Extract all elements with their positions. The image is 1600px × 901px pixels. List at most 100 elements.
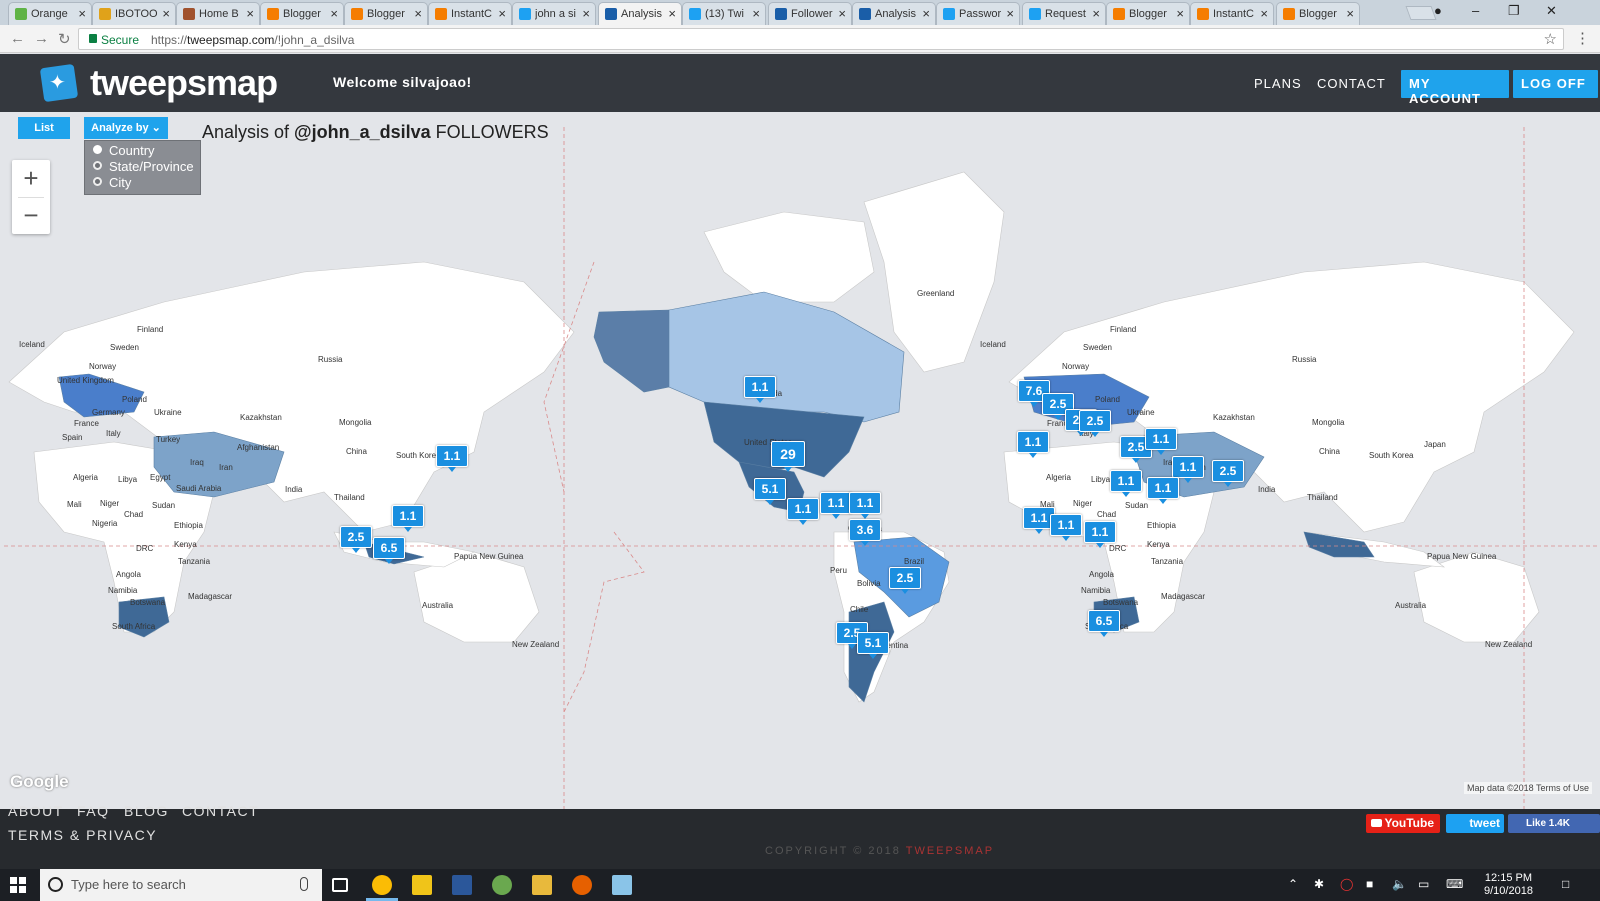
new-tab-button[interactable] bbox=[1405, 6, 1437, 20]
browser-tab[interactable]: Blogger × bbox=[344, 2, 428, 25]
plans-link[interactable]: PLANS bbox=[1254, 76, 1302, 91]
tab-close-icon[interactable]: × bbox=[1346, 6, 1354, 21]
browser-tab[interactable]: Blogger × bbox=[260, 2, 344, 25]
zoom-out-button[interactable]: − bbox=[12, 197, 50, 233]
follower-marker[interactable]: 1.1 bbox=[1172, 456, 1204, 483]
follower-marker[interactable]: 1.1 bbox=[1110, 470, 1142, 497]
restore-icon[interactable]: ❐ bbox=[1508, 3, 1520, 19]
volume-icon[interactable]: 🔈 bbox=[1392, 877, 1407, 891]
microphone-icon[interactable] bbox=[300, 877, 308, 891]
folder-icon[interactable] bbox=[532, 875, 552, 895]
browser-menu-icon[interactable]: ⋮ bbox=[1575, 29, 1590, 47]
paint-icon[interactable] bbox=[492, 875, 512, 895]
security-icon[interactable]: ■ bbox=[1366, 877, 1373, 891]
follower-marker[interactable]: 1.1 bbox=[1050, 514, 1082, 541]
browser-tab[interactable]: Analysis × bbox=[852, 2, 936, 25]
option-country-label[interactable]: Country bbox=[109, 143, 155, 158]
follower-marker[interactable]: 2.5 bbox=[340, 526, 372, 553]
file-explorer-icon[interactable] bbox=[412, 875, 432, 895]
firefox-icon[interactable] bbox=[572, 875, 592, 895]
option-city-label[interactable]: City bbox=[109, 175, 131, 190]
follower-marker[interactable]: 29 bbox=[771, 441, 805, 472]
follower-marker[interactable]: 5.1 bbox=[857, 632, 889, 659]
tab-close-icon[interactable]: × bbox=[668, 6, 676, 21]
tab-close-icon[interactable]: × bbox=[78, 6, 86, 21]
follower-marker[interactable]: 1.1 bbox=[436, 445, 468, 472]
list-button[interactable]: List bbox=[18, 117, 70, 139]
taskbar-clock[interactable]: 12:15 PM 9/10/2018 bbox=[1484, 872, 1533, 898]
follower-marker[interactable]: 2.5 bbox=[889, 567, 921, 594]
follower-marker[interactable]: 2.5 bbox=[1212, 460, 1244, 487]
app-icon[interactable] bbox=[612, 875, 632, 895]
taskbar-search-box[interactable]: Type here to search bbox=[40, 869, 322, 901]
tab-close-icon[interactable]: × bbox=[1260, 6, 1268, 21]
tab-close-icon[interactable]: × bbox=[582, 6, 590, 21]
follower-marker[interactable]: 1.1 bbox=[392, 505, 424, 532]
follower-marker[interactable]: 1.1 bbox=[1084, 521, 1116, 548]
radio-city[interactable] bbox=[93, 177, 102, 186]
browser-tab[interactable]: Blogger × bbox=[1276, 2, 1360, 25]
browser-tab[interactable]: Follower × bbox=[768, 2, 852, 25]
tab-close-icon[interactable]: × bbox=[414, 6, 422, 21]
follower-marker[interactable]: 5.1 bbox=[754, 478, 786, 505]
browser-tab[interactable]: Analysis × bbox=[598, 2, 682, 25]
browser-tab[interactable]: (13) Twi × bbox=[682, 2, 766, 25]
forward-icon[interactable]: → bbox=[34, 30, 49, 47]
tab-close-icon[interactable]: × bbox=[246, 6, 254, 21]
footer-contact-link[interactable]: CONTACT bbox=[182, 803, 259, 819]
browser-tab[interactable]: InstantC × bbox=[1190, 2, 1274, 25]
follower-marker[interactable]: 1.1 bbox=[1017, 431, 1049, 458]
radio-state[interactable] bbox=[93, 161, 102, 170]
logo-text[interactable]: tweepsmap bbox=[90, 62, 278, 104]
minimize-icon[interactable]: – bbox=[1472, 3, 1479, 18]
radio-country[interactable] bbox=[93, 145, 102, 154]
blog-link[interactable]: BLOG bbox=[124, 803, 169, 819]
tab-close-icon[interactable]: × bbox=[330, 6, 338, 21]
tray-chevron-icon[interactable]: ⌃ bbox=[1288, 877, 1298, 891]
youtube-button[interactable]: YouTube bbox=[1366, 814, 1440, 833]
follower-marker[interactable]: 1.1 bbox=[787, 498, 819, 525]
tab-close-icon[interactable]: × bbox=[1006, 6, 1014, 21]
browser-tab[interactable]: Blogger × bbox=[1106, 2, 1190, 25]
my-account-button[interactable]: MY ACCOUNT bbox=[1401, 70, 1509, 106]
browser-tab[interactable]: Home B × bbox=[176, 2, 260, 25]
tweet-button[interactable]: tweet bbox=[1446, 814, 1504, 833]
back-icon[interactable]: ← bbox=[10, 30, 25, 47]
faq-link[interactable]: FAQ bbox=[77, 803, 110, 819]
follower-marker[interactable]: 6.5 bbox=[1088, 610, 1120, 637]
tab-close-icon[interactable]: × bbox=[162, 6, 170, 21]
follower-marker[interactable]: 1.1 bbox=[820, 492, 852, 519]
browser-tab[interactable]: Request × bbox=[1022, 2, 1106, 25]
profile-icon[interactable]: ● bbox=[1434, 3, 1442, 18]
bookmark-star-icon[interactable]: ☆ bbox=[1544, 30, 1557, 48]
about-link[interactable]: ABOUT bbox=[8, 803, 64, 819]
follower-marker[interactable]: 1.1 bbox=[849, 492, 881, 519]
follower-marker[interactable]: 6.5 bbox=[373, 537, 405, 564]
followers-map[interactable]: Iceland Finland Sweden Norway Russia United K… bbox=[4, 112, 1600, 809]
analyze-by-button[interactable]: Analyze by ⌄ bbox=[84, 117, 168, 139]
log-off-button[interactable]: LOG OFF bbox=[1513, 70, 1598, 98]
close-window-icon[interactable]: ✕ bbox=[1546, 3, 1557, 19]
browser-tab[interactable]: Passwor × bbox=[936, 2, 1020, 25]
action-center-icon[interactable]: □ bbox=[1562, 877, 1569, 891]
keyboard-icon[interactable]: ⌨ bbox=[1446, 877, 1463, 891]
word-icon[interactable] bbox=[452, 875, 472, 895]
tab-close-icon[interactable]: × bbox=[752, 6, 760, 21]
tab-close-icon[interactable]: × bbox=[1176, 6, 1184, 21]
url-field[interactable]: Secure https://tweepsmap.com/!john_a_dsi… bbox=[78, 28, 1564, 50]
follower-marker[interactable]: 2.5 bbox=[1079, 410, 1111, 437]
terms-link[interactable]: TERMS & PRIVACY bbox=[8, 827, 157, 843]
facebook-like-button[interactable]: Like 1.4K bbox=[1508, 814, 1600, 833]
follower-marker[interactable]: 1.1 bbox=[1145, 428, 1177, 455]
chrome-icon[interactable] bbox=[372, 875, 392, 895]
option-state-label[interactable]: State/Province bbox=[109, 159, 194, 174]
bluetooth-icon[interactable]: ✱ bbox=[1314, 877, 1324, 891]
tab-close-icon[interactable]: × bbox=[498, 6, 506, 21]
contact-link[interactable]: CONTACT bbox=[1317, 76, 1386, 91]
tab-close-icon[interactable]: × bbox=[922, 6, 930, 21]
browser-tab[interactable]: InstantC × bbox=[428, 2, 512, 25]
browser-tab[interactable]: john a si × bbox=[512, 2, 596, 25]
opera-icon[interactable]: ◯ bbox=[1340, 877, 1353, 891]
browser-tab[interactable]: Orange × bbox=[8, 2, 92, 25]
task-view-icon[interactable] bbox=[332, 878, 348, 892]
